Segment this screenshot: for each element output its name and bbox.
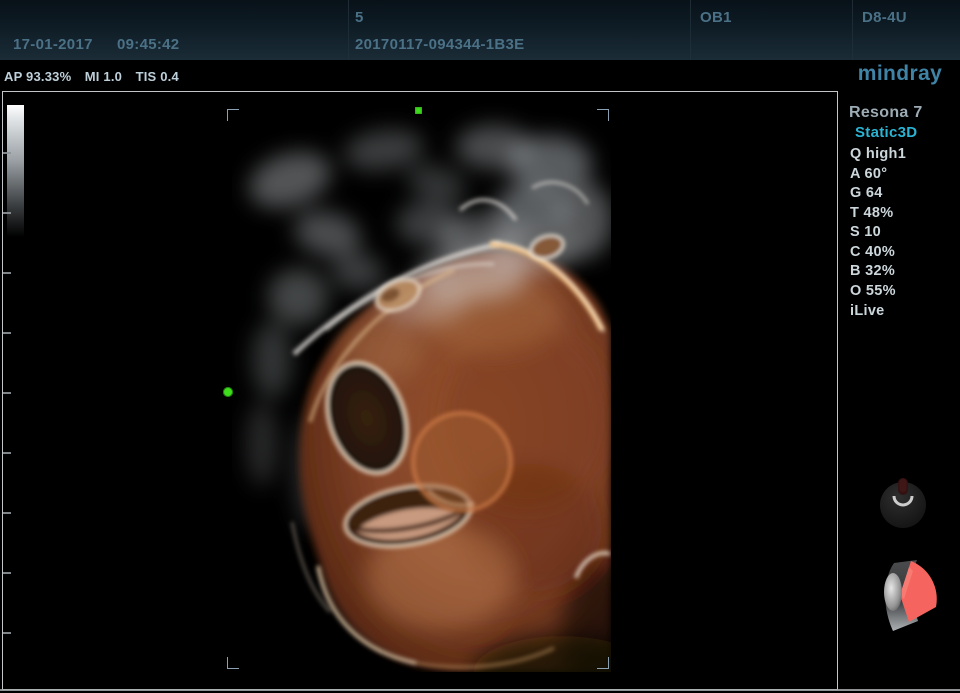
param-gain: G 64: [850, 185, 883, 201]
param-smooth: S 10: [850, 224, 881, 240]
volume-render-image[interactable]: [232, 92, 611, 672]
roi-corner-top-left[interactable]: [227, 109, 239, 121]
acoustic-power-value: AP 93.33%: [4, 69, 71, 84]
exam-id: 20170117-094344-1B3E: [355, 36, 524, 53]
roi-handle-left[interactable]: [223, 387, 233, 397]
mi-value: MI 1.0: [85, 69, 122, 84]
roi-corner-top-right[interactable]: [597, 109, 609, 121]
exam-preset: OB1: [700, 9, 732, 26]
system-name: Resona 7: [849, 104, 923, 122]
roi-corner-bottom-right[interactable]: [597, 657, 609, 669]
screen-bottom-divider: [0, 689, 960, 691]
grayscale-map-bar: [7, 105, 24, 237]
roi-corner-bottom-left[interactable]: [227, 657, 239, 669]
imaging-mode-label: Static3D: [855, 124, 917, 141]
exam-number: 5: [355, 9, 364, 26]
probe-model: D8-4U: [862, 9, 907, 26]
patient-info-bar: 17-01-2017 09:45:42 5 20170117-094344-1B…: [0, 0, 960, 61]
header-divider: [348, 0, 349, 60]
param-brightness: B 32%: [850, 263, 895, 279]
exam-date: 17-01-2017: [13, 36, 93, 53]
param-contrast: C 40%: [850, 244, 895, 260]
exam-time: 09:45:42: [117, 36, 179, 53]
param-quality: Q high1: [850, 146, 906, 162]
header-divider: [852, 0, 853, 60]
param-threshold: T 48%: [850, 205, 893, 221]
tis-value: TIS 0.4: [136, 69, 179, 84]
mindray-logo: mindray: [847, 62, 953, 86]
trackball-icon: [878, 476, 928, 535]
param-opacity: O 55%: [850, 283, 896, 299]
param-angle: A 60°: [850, 166, 887, 182]
probe-sector-icon: [877, 557, 939, 640]
header-divider: [690, 0, 691, 60]
roi-handle-top[interactable]: [415, 107, 422, 114]
ilive-label: iLive: [850, 303, 885, 319]
acoustic-output-bar: AP 93.33% MI 1.0 TIS 0.4: [0, 61, 960, 91]
